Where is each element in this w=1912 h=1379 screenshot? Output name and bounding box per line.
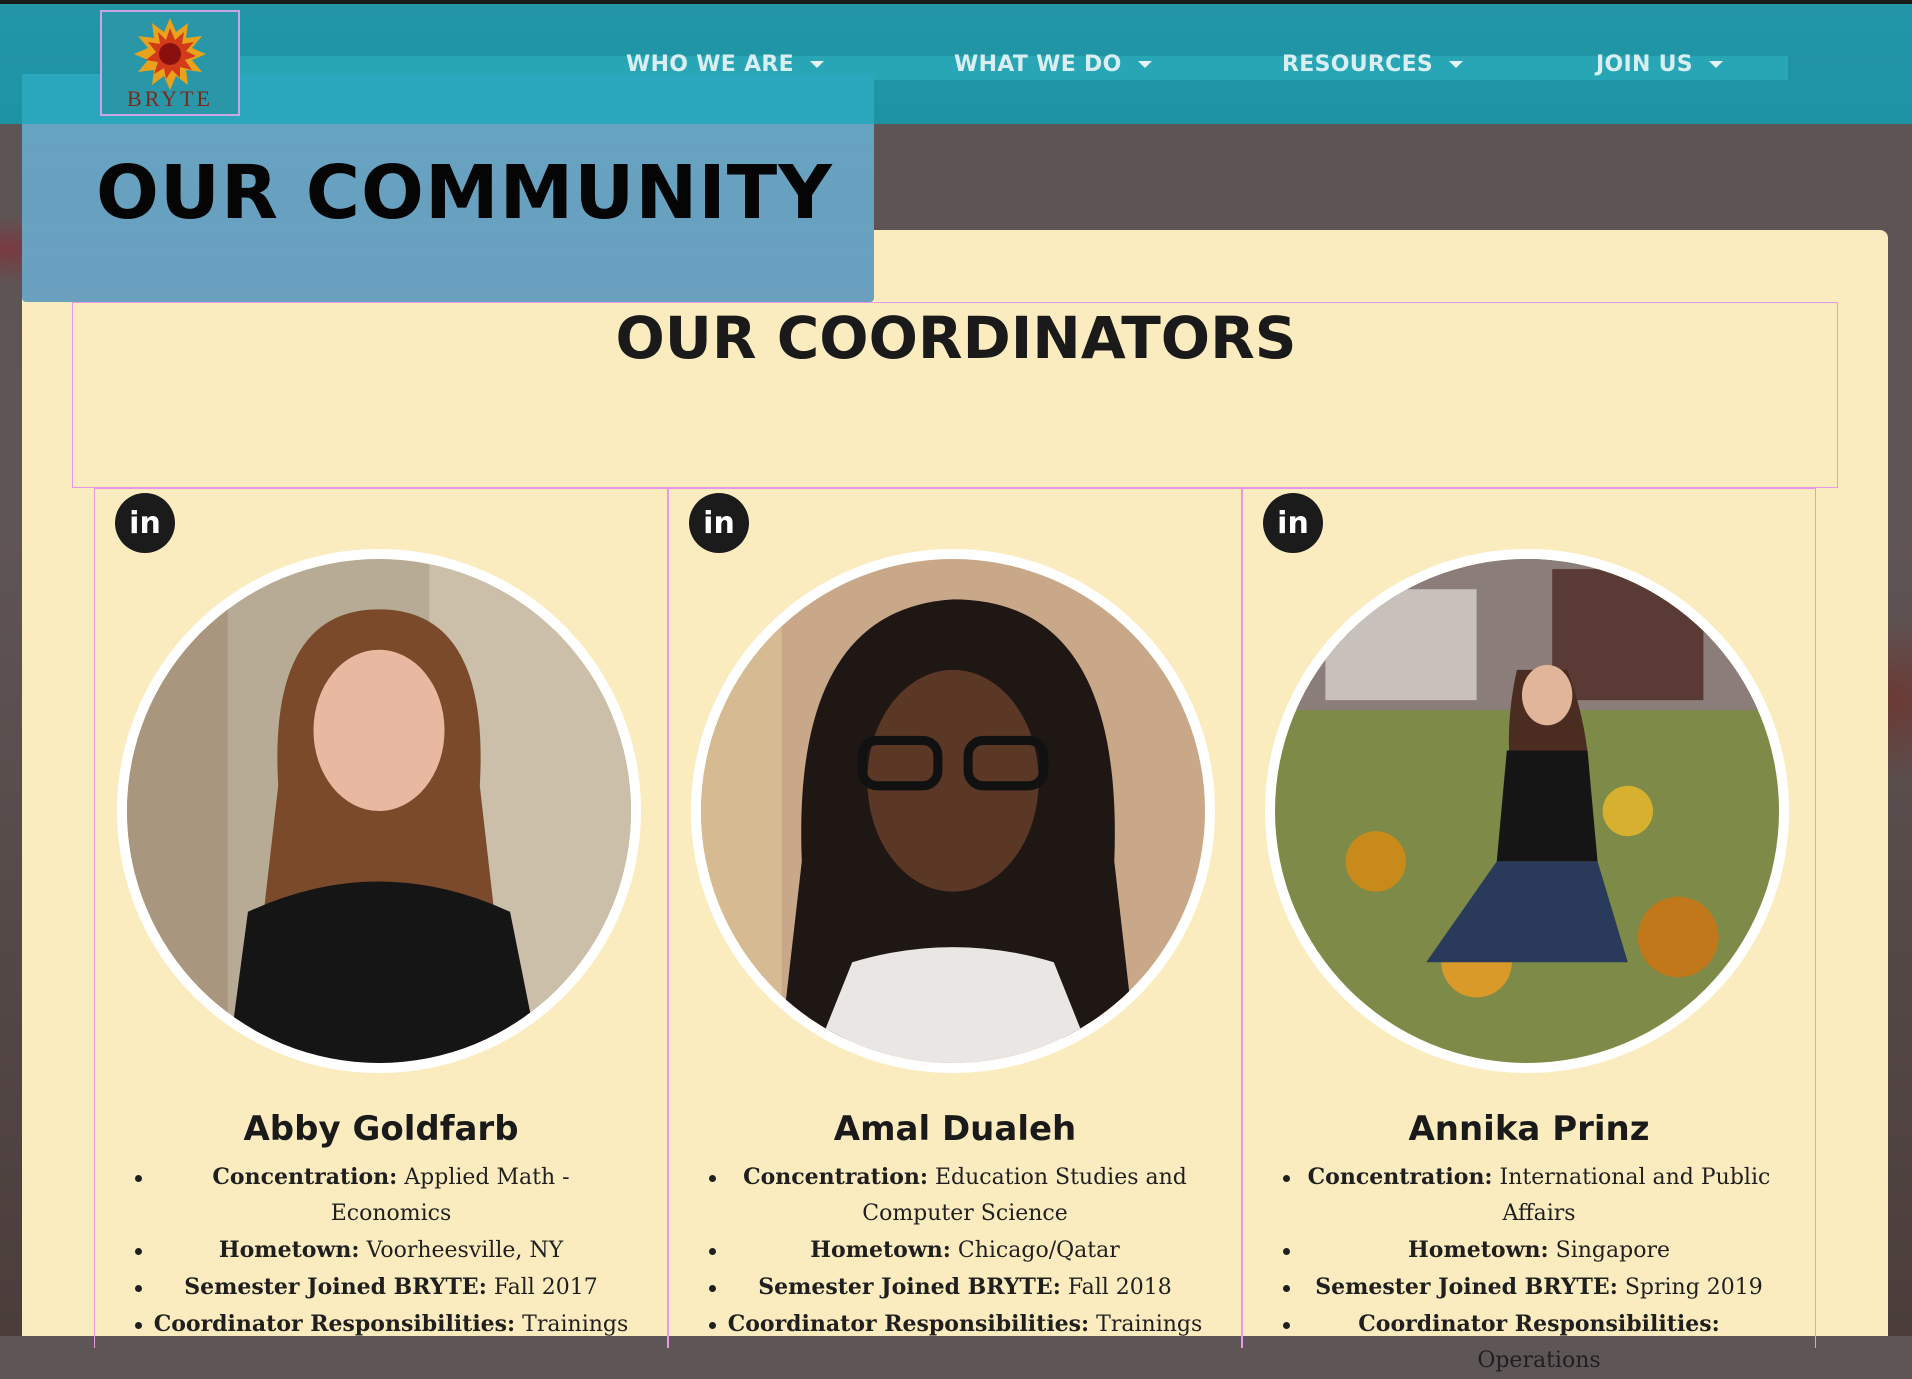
fact-responsibilities: Coordinator Responsibilities: Trainings: [135, 1306, 631, 1343]
linkedin-icon[interactable]: in: [1263, 493, 1323, 553]
fact-concentration: Concentration: Education Studies and Com…: [709, 1159, 1205, 1232]
portrait-image: [127, 559, 631, 1063]
fact-semester-joined: Semester Joined BRYTE: Fall 2017: [135, 1269, 631, 1306]
coordinator-facts: Concentration: Education Studies and Com…: [709, 1159, 1205, 1343]
fact-concentration: Concentration: International and Public …: [1283, 1159, 1779, 1232]
fact-semester-joined: Semester Joined BRYTE: Fall 2018: [709, 1269, 1205, 1306]
coordinator-facts: Concentration: Applied Math - Economics …: [135, 1159, 631, 1343]
nav-who-we-are[interactable]: WHO WE ARE: [626, 48, 824, 80]
coordinator-photo: [691, 549, 1215, 1073]
caret-down-icon: [1449, 60, 1464, 68]
nav-label: WHO WE ARE: [626, 51, 794, 77]
caret-down-icon: [1708, 60, 1723, 68]
coordinator-card: in Annika Prinz Concentration: Internati…: [1242, 488, 1816, 1373]
coordinator-photo: [1265, 549, 1789, 1073]
nav-what-we-do[interactable]: WHAT WE DO: [954, 48, 1152, 80]
coordinator-card: in Abby Goldfarb Concentration: Applied …: [94, 488, 668, 1348]
logo-wordmark: BRYTE: [127, 86, 213, 111]
coordinator-name: Abby Goldfarb: [243, 1109, 519, 1149]
fact-semester-joined: Semester Joined BRYTE: Spring 2019: [1283, 1269, 1779, 1306]
sunflower-logo-icon: [134, 18, 206, 90]
portrait-image: [1275, 559, 1779, 1063]
nav-label: WHAT WE DO: [954, 51, 1122, 77]
fact-hometown: Hometown: Chicago/Qatar: [709, 1232, 1205, 1269]
fact-hometown: Hometown: Singapore: [1283, 1232, 1779, 1269]
nav-label: RESOURCES: [1282, 51, 1434, 77]
fact-hometown: Hometown: Voorheesville, NY: [135, 1232, 631, 1269]
linkedin-icon[interactable]: in: [689, 493, 749, 553]
caret-down-icon: [810, 60, 824, 68]
fact-concentration: Concentration: Applied Math - Economics: [135, 1159, 631, 1232]
portrait-image: [701, 559, 1205, 1063]
coordinator-name: Annika Prinz: [1408, 1109, 1650, 1149]
nav-resources[interactable]: RESOURCES: [1282, 48, 1464, 80]
coordinator-card: in Amal Dualeh Concentration: Education …: [668, 488, 1242, 1348]
nav-label: JOIN US: [1596, 51, 1693, 77]
section-heading: OUR COORDINATORS: [615, 304, 1297, 372]
page-title: OUR COMMUNITY: [96, 150, 833, 236]
caret-down-icon: [1137, 60, 1152, 68]
coordinator-facts: Concentration: International and Public …: [1283, 1159, 1779, 1379]
nav-join-us[interactable]: JOIN US: [1596, 48, 1723, 80]
fact-responsibilities: Coordinator Responsibilities: Trainings: [709, 1306, 1205, 1343]
fact-responsibilities: Coordinator Responsibilities: Operations: [1283, 1306, 1779, 1379]
coordinator-name: Amal Dualeh: [833, 1109, 1077, 1149]
coordinator-photo: [117, 549, 641, 1073]
site-logo[interactable]: BRYTE: [100, 10, 240, 116]
linkedin-icon[interactable]: in: [115, 493, 175, 553]
